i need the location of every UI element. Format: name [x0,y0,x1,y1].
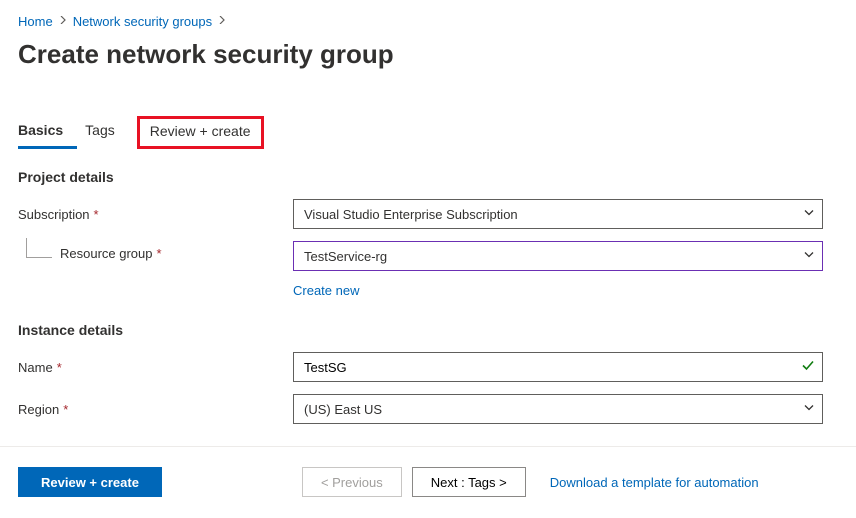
resource-group-row: Resource group* TestService-rg [18,241,838,271]
name-input[interactable] [293,352,823,382]
download-template-link[interactable]: Download a template for automation [550,475,759,490]
tab-review-create[interactable]: Review + create [137,116,264,149]
previous-button: < Previous [302,467,402,497]
name-label: Name* [18,360,293,375]
region-row: Region* (US) East US [18,394,838,424]
divider [0,446,856,447]
required-icon: * [94,207,99,222]
breadcrumb-home[interactable]: Home [18,14,53,29]
required-icon: * [157,246,162,261]
create-new-row: Create new [293,277,838,298]
check-icon [801,359,815,376]
region-value: (US) East US [304,402,382,417]
chevron-right-icon [218,16,226,27]
chevron-down-icon [803,402,815,417]
breadcrumb: Home Network security groups [18,14,838,29]
region-select[interactable]: (US) East US [293,394,823,424]
chevron-down-icon [803,207,815,222]
tab-tags[interactable]: Tags [85,116,129,149]
resource-group-label: Resource group* [18,246,293,266]
required-icon: * [57,360,62,375]
tree-line-icon [26,238,52,258]
subscription-label: Subscription* [18,207,293,222]
chevron-right-icon [59,16,67,27]
subscription-value: Visual Studio Enterprise Subscription [304,207,518,222]
region-label: Region* [18,402,293,417]
name-row: Name* [18,352,838,382]
create-new-link[interactable]: Create new [293,283,359,298]
subscription-row: Subscription* Visual Studio Enterprise S… [18,199,838,229]
section-instance-details: Instance details [18,322,838,338]
chevron-down-icon [803,249,815,264]
resource-group-select[interactable]: TestService-rg [293,241,823,271]
breadcrumb-nsg[interactable]: Network security groups [73,14,212,29]
tabs: Basics Tags Review + create [18,116,838,149]
tab-basics[interactable]: Basics [18,116,77,149]
next-button[interactable]: Next : Tags > [412,467,526,497]
page-title: Create network security group [18,39,838,70]
resource-group-value: TestService-rg [304,249,387,264]
section-project-details: Project details [18,169,838,185]
subscription-select[interactable]: Visual Studio Enterprise Subscription [293,199,823,229]
footer: Review + create < Previous Next : Tags >… [18,467,838,497]
required-icon: * [63,402,68,417]
review-create-button[interactable]: Review + create [18,467,162,497]
